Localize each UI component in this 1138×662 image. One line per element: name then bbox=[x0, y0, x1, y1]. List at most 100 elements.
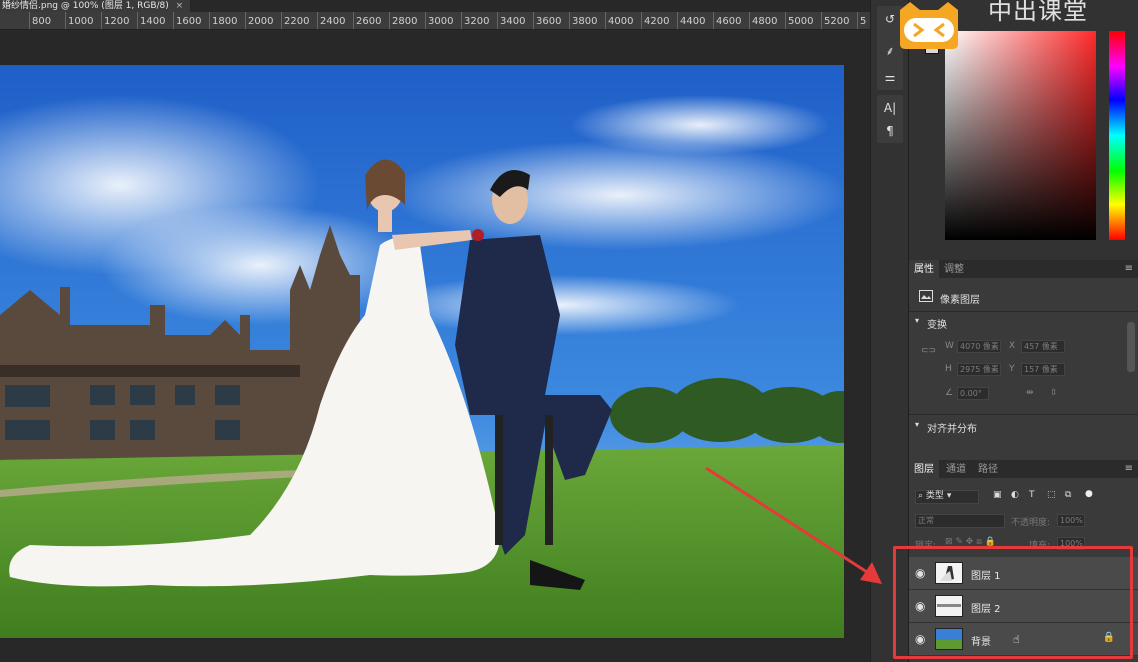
link-dimensions-icon[interactable]: ⊂⊃ bbox=[921, 346, 936, 356]
history-icon[interactable]: ↺ bbox=[883, 12, 897, 26]
filter-type-icon[interactable]: T bbox=[1029, 490, 1035, 500]
fill-field[interactable]: 100% bbox=[1057, 537, 1085, 550]
layers-menu-icon[interactable]: ≡ bbox=[1125, 463, 1133, 474]
ruler-tick: 1400 bbox=[136, 12, 166, 29]
ruler-tick: 1200 bbox=[100, 12, 130, 29]
filter-pixel-icon[interactable]: ▣ bbox=[993, 490, 1002, 500]
tab-adjustments[interactable]: 调整 bbox=[939, 260, 969, 280]
lock-options-icon[interactable]: ⊠ ✎ ✥ ⧈ 🔒 bbox=[945, 537, 996, 547]
paragraph-icon[interactable]: ¶ bbox=[883, 124, 897, 138]
hue-slider[interactable] bbox=[1109, 31, 1125, 240]
ruler-tick: 3600 bbox=[532, 12, 562, 29]
height-label: H bbox=[945, 364, 952, 374]
brush-preset-icon[interactable]: ⸙ bbox=[883, 44, 897, 58]
x-field[interactable]: 457 像素 bbox=[1021, 340, 1065, 353]
lock-icon[interactable]: 🔒 bbox=[1103, 632, 1115, 643]
filter-adjustment-icon[interactable]: ◐ bbox=[1011, 490, 1019, 500]
align-distribute-heading[interactable]: 对齐并分布 bbox=[927, 420, 977, 435]
panel-icon-strip: ↺ ⸙ ⚌ A| ¶ bbox=[870, 0, 908, 662]
layer-name[interactable]: 图层 2 bbox=[971, 600, 1001, 615]
ruler-tick: 1800 bbox=[208, 12, 238, 29]
eye-icon[interactable]: ◉ bbox=[915, 599, 925, 613]
fill-label: 填充: bbox=[1029, 541, 1051, 551]
y-field[interactable]: 157 像素 bbox=[1021, 363, 1065, 376]
canvas-area[interactable] bbox=[0, 31, 870, 662]
ruler-tick: 5 bbox=[856, 12, 867, 29]
layer-name[interactable]: 背景 bbox=[971, 633, 991, 648]
filter-smart-object-icon[interactable]: ⧉ bbox=[1065, 490, 1071, 500]
right-panels: 属性 调整 ≡ 像素图层 ▾ 变换 ⊂⊃ W 4070 像素 X 457 像素 … bbox=[908, 0, 1138, 662]
cursor-hand-icon: ☝ bbox=[1013, 633, 1020, 646]
tab-properties[interactable]: 属性 bbox=[909, 260, 939, 280]
angle-icon: ∠ bbox=[945, 388, 954, 398]
height-field[interactable]: 2975 像素 bbox=[957, 363, 1001, 376]
layer-type-label: 像素图层 bbox=[940, 295, 980, 306]
width-label: W bbox=[945, 341, 954, 351]
width-field[interactable]: 4070 像素 bbox=[957, 340, 1001, 353]
ruler-tick: 2800 bbox=[388, 12, 418, 29]
align-chevron-icon[interactable]: ▾ bbox=[915, 420, 919, 429]
chevron-down-icon: ▾ bbox=[946, 491, 952, 501]
layer-thumbnail bbox=[935, 595, 963, 617]
layers-panel: ⌕ 类型 ▾ ▣ ◐ T ⬚ ⧉ ● 正常 不透明度: 100% 锁定: ⊠ ✎… bbox=[909, 478, 1138, 662]
tab-layers[interactable]: 图层 bbox=[909, 460, 939, 480]
transform-chevron-icon[interactable]: ▾ bbox=[915, 316, 919, 325]
color-saturation-field[interactable] bbox=[945, 31, 1096, 240]
opacity-field[interactable]: 100% bbox=[1057, 514, 1085, 527]
properties-tabs: 属性 调整 ≡ bbox=[909, 260, 1138, 280]
watermark-text: 中出课堂 bbox=[988, 0, 1088, 25]
ruler-tick: 5000 bbox=[784, 12, 814, 29]
ruler-tick: 2400 bbox=[316, 12, 346, 29]
search-icon: ⌕ bbox=[918, 491, 924, 501]
adjust-sliders-icon[interactable]: ⚌ bbox=[883, 70, 897, 84]
opacity-label: 不透明度: bbox=[1011, 518, 1051, 528]
ruler-tick: 5200 bbox=[820, 12, 850, 29]
ruler-tick: 3800 bbox=[568, 12, 598, 29]
x-label: X bbox=[1009, 341, 1016, 351]
eye-icon[interactable]: ◉ bbox=[915, 632, 925, 646]
ruler-tick: 4200 bbox=[640, 12, 670, 29]
ruler-tick: 1600 bbox=[172, 12, 202, 29]
ruler-tick: 1000 bbox=[64, 12, 94, 29]
eye-icon[interactable]: ◉ bbox=[915, 566, 925, 580]
wedding-photo-image bbox=[0, 65, 844, 638]
document-tab[interactable]: 婚纱情侣.png @ 100% (图层 1, RGB/8) × bbox=[0, 0, 190, 12]
flip-horizontal-icon[interactable]: ⇹ bbox=[1026, 388, 1034, 398]
close-tab-icon[interactable]: × bbox=[176, 1, 184, 11]
ruler-tick: 4000 bbox=[604, 12, 634, 29]
layer-row-2[interactable]: ◉ 图层 2 bbox=[909, 590, 1138, 623]
layer-filter-select[interactable]: ⌕ 类型 ▾ bbox=[915, 490, 979, 504]
ruler-tick: 2200 bbox=[280, 12, 310, 29]
tab-paths[interactable]: 路径 bbox=[973, 460, 1003, 480]
wedding-photo[interactable] bbox=[0, 65, 844, 638]
properties-scrollbar[interactable] bbox=[1127, 322, 1135, 372]
properties-menu-icon[interactable]: ≡ bbox=[1125, 263, 1133, 274]
character-icon[interactable]: A| bbox=[883, 101, 897, 115]
ruler-tick: 3400 bbox=[496, 12, 526, 29]
layer-filter-label: 类型 bbox=[925, 491, 944, 501]
properties-panel: 像素图层 ▾ 变换 ⊂⊃ W 4070 像素 X 457 像素 H 2975 像… bbox=[909, 278, 1138, 460]
blend-mode-select[interactable]: 正常 bbox=[915, 514, 1005, 528]
filter-toggle-icon[interactable]: ● bbox=[1085, 489, 1093, 499]
pixel-layer-icon bbox=[919, 290, 933, 302]
ruler-tick: 4800 bbox=[748, 12, 778, 29]
layer-name[interactable]: 图层 1 bbox=[971, 567, 1001, 582]
lock-label: 锁定: bbox=[915, 541, 937, 551]
transform-heading[interactable]: 变换 bbox=[927, 316, 947, 331]
divider bbox=[909, 311, 1138, 312]
ruler-tick: 3000 bbox=[424, 12, 454, 29]
layer-row-1[interactable]: ◉ 图层 1 bbox=[909, 557, 1138, 590]
layer-thumbnail bbox=[935, 562, 963, 584]
layer-row-background[interactable]: ◉ 背景 ☝ 🔒 bbox=[909, 623, 1138, 656]
brand-logo bbox=[900, 2, 958, 49]
ruler-tick: 4600 bbox=[712, 12, 742, 29]
flip-vertical-icon[interactable]: ⇳ bbox=[1050, 388, 1058, 398]
tab-channels[interactable]: 通道 bbox=[941, 460, 971, 480]
angle-field[interactable]: 0.00° bbox=[957, 387, 989, 400]
divider bbox=[909, 414, 1138, 415]
layers-tabs: 图层 通道 路径 ≡ bbox=[909, 460, 1138, 480]
document-tab-title: 婚纱情侣.png @ 100% (图层 1, RGB/8) bbox=[2, 1, 169, 11]
ruler-tick: 3200 bbox=[460, 12, 490, 29]
filter-shape-icon[interactable]: ⬚ bbox=[1047, 490, 1056, 500]
ruler-tick: 4400 bbox=[676, 12, 706, 29]
